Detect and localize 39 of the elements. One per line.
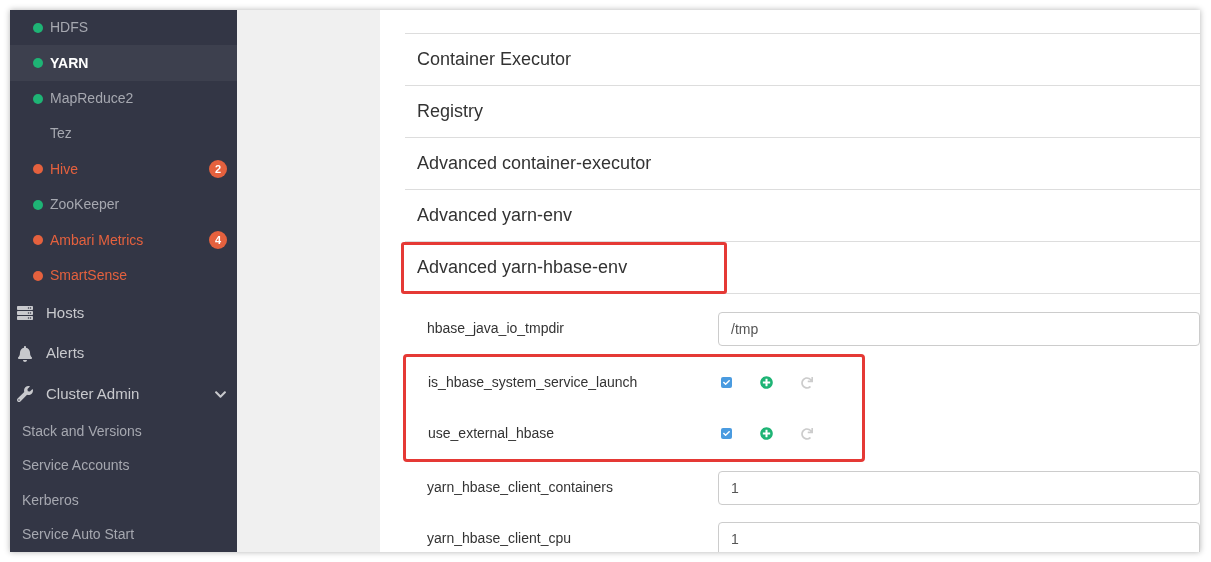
service-item[interactable]: Hive 2 — [10, 151, 237, 188]
nav-item[interactable]: Alerts — [10, 333, 237, 374]
property-name: hbase_java_io_tmpdir — [427, 319, 565, 338]
add-icon[interactable] — [760, 427, 773, 440]
submenu-item[interactable]: Stack and Versions — [22, 420, 142, 442]
section-header[interactable]: Container Executor — [405, 33, 584, 86]
property-input[interactable]: 1 — [718, 470, 1200, 505]
service-item[interactable]: SmartSense — [10, 257, 237, 294]
service-item[interactable]: HDFS — [10, 10, 237, 46]
section-header[interactable]: Advanced yarn-hbase-env — [401, 241, 727, 294]
property-input[interactable]: /tmp — [718, 311, 1200, 346]
property-input[interactable]: 1 — [718, 521, 1200, 552]
alert-count-badge: 4 — [209, 231, 227, 250]
checkbox[interactable] — [721, 428, 732, 439]
submenu-item[interactable]: Service Accounts — [22, 455, 130, 477]
property-name: yarn_hbase_client_containers — [427, 478, 614, 497]
service-item[interactable]: Tez — [10, 116, 237, 152]
service-item[interactable]: ZooKeeper — [10, 187, 237, 223]
service-item[interactable]: Ambari Metrics 4 — [10, 222, 237, 258]
nav-item[interactable]: Hosts — [10, 293, 237, 334]
service-item[interactable]: YARN — [10, 45, 237, 81]
refresh-icon[interactable] — [801, 376, 813, 389]
section-header[interactable]: Advanced container-executor — [405, 137, 664, 190]
section-header[interactable]: Registry — [405, 85, 495, 138]
checkbox[interactable] — [721, 377, 732, 388]
bell-icon — [17, 345, 33, 362]
wrench-icon — [17, 386, 33, 403]
server-icon — [17, 305, 33, 322]
section-header[interactable]: Advanced yarn-env — [405, 189, 585, 242]
nav-item[interactable]: Cluster Admin — [10, 373, 237, 415]
property-name: is_hbase_system_service_launch — [428, 373, 639, 392]
property-name: yarn_hbase_client_cpu — [427, 529, 572, 548]
submenu-item[interactable]: Service Auto Start — [22, 524, 135, 546]
property-name: use_external_hbase — [428, 424, 556, 443]
refresh-icon[interactable] — [801, 427, 813, 440]
alert-count-badge: 2 — [209, 160, 227, 179]
service-item[interactable]: MapReduce2 — [10, 80, 237, 117]
add-icon[interactable] — [760, 376, 773, 389]
submenu-item[interactable]: Kerberos — [22, 489, 79, 511]
